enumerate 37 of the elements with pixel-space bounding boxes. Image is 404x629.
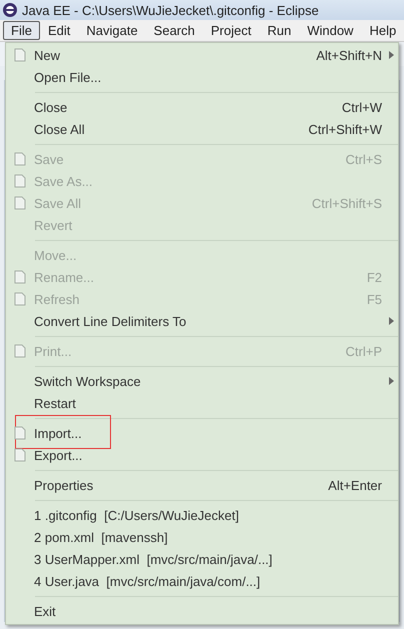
menu-item[interactable]: Close Ctrl+W (6, 96, 398, 118)
document-icon (13, 270, 27, 284)
menu-bar-item[interactable]: Edit (40, 21, 78, 40)
document-icon (13, 174, 27, 188)
document-icon (13, 152, 27, 166)
menu-bar-item[interactable]: Search (146, 21, 203, 40)
menu-item[interactable]: Import... (6, 422, 398, 444)
menu-bar-item[interactable]: Help (361, 21, 404, 40)
recent-file-item[interactable]: 3 UserMapper.xml [mvc/src/main/java/...] (6, 548, 398, 570)
recent-file-item[interactable]: 2 pom.xml [mavenssh] (6, 526, 398, 548)
menu-item[interactable]: Restart (6, 392, 398, 414)
document-icon (13, 48, 27, 62)
submenu-arrow-icon (388, 377, 394, 385)
document-icon (13, 426, 27, 440)
menu-bar-item[interactable]: Run (259, 21, 300, 40)
submenu-arrow-icon (388, 51, 394, 59)
menu-bar-item[interactable]: File (3, 21, 40, 40)
menu-item[interactable]: Properties Alt+Enter (6, 474, 398, 496)
document-icon (13, 196, 27, 210)
document-icon (13, 344, 27, 358)
submenu-arrow-icon (388, 317, 394, 325)
menu-item[interactable]: Close All Ctrl+Shift+W (6, 118, 398, 140)
app-icon (2, 2, 18, 18)
window-title: Java EE - C:\Users\WuJieJecket\.gitconfig - Eclipse (22, 2, 319, 18)
menu-bar-item[interactable]: Navigate (78, 21, 146, 40)
document-icon (13, 448, 27, 462)
menu-bar-item[interactable]: Window (299, 21, 362, 40)
menu-item[interactable]: Exit (6, 600, 398, 622)
document-icon (13, 292, 27, 306)
menu-bar-item[interactable]: Project (202, 21, 260, 40)
menu-item[interactable]: Export... (6, 444, 398, 466)
menu-item[interactable]: Switch Workspace (6, 370, 398, 392)
menu-item[interactable]: New Alt+Shift+N (6, 44, 398, 66)
menu-item[interactable]: Open File... (6, 66, 398, 88)
recent-file-item[interactable]: 1 .gitconfig [C:/Users/WuJieJecket] (6, 504, 398, 526)
recent-file-item[interactable]: 4 User.java [mvc/src/main/java/com/...] (6, 570, 398, 592)
menu-item[interactable]: Convert Line Delimiters To (6, 310, 398, 332)
